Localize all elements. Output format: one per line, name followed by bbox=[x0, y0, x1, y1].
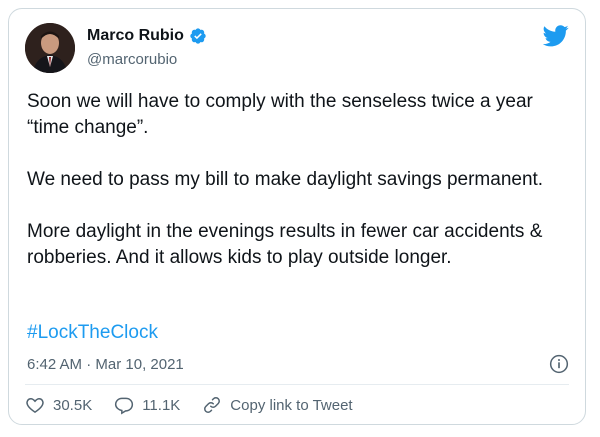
timestamp-separator: · bbox=[86, 356, 92, 373]
author-name-row[interactable]: Marco Rubio bbox=[87, 27, 207, 45]
action-divider bbox=[25, 384, 569, 385]
reply-button[interactable]: 11.1K bbox=[114, 395, 180, 415]
author-handle[interactable]: @marcorubio bbox=[87, 51, 177, 68]
hashtag-link[interactable]: #LockTheClock bbox=[27, 322, 158, 344]
copy-link-button[interactable]: Copy link to Tweet bbox=[202, 395, 353, 415]
tweet-card: Marco Rubio @marcorubio Soon we will hav… bbox=[8, 8, 586, 425]
tweet-timestamp[interactable]: 6:42 AM · Mar 10, 2021 bbox=[27, 356, 184, 373]
action-bar: 30.5K 11.1K Copy link to Tweet bbox=[25, 395, 375, 415]
author-display-name[interactable]: Marco Rubio bbox=[87, 27, 184, 45]
info-icon[interactable] bbox=[549, 354, 569, 374]
avatar-portrait bbox=[25, 23, 75, 73]
verified-badge-icon bbox=[190, 28, 206, 44]
heart-icon bbox=[26, 397, 44, 413]
tweet-time[interactable]: 6:42 AM bbox=[27, 356, 82, 373]
like-count: 30.5K bbox=[53, 396, 93, 414]
copy-link-label: Copy link to Tweet bbox=[230, 396, 353, 414]
twitter-bird-icon[interactable] bbox=[543, 25, 569, 47]
tweet-date[interactable]: Mar 10, 2021 bbox=[95, 356, 183, 373]
like-button[interactable]: 30.5K bbox=[25, 395, 92, 415]
reply-count: 11.1K bbox=[142, 396, 181, 414]
reply-icon bbox=[115, 397, 134, 415]
avatar[interactable] bbox=[25, 23, 75, 73]
link-icon bbox=[204, 397, 221, 413]
tweet-text: Soon we will have to comply with the sen… bbox=[27, 91, 544, 268]
